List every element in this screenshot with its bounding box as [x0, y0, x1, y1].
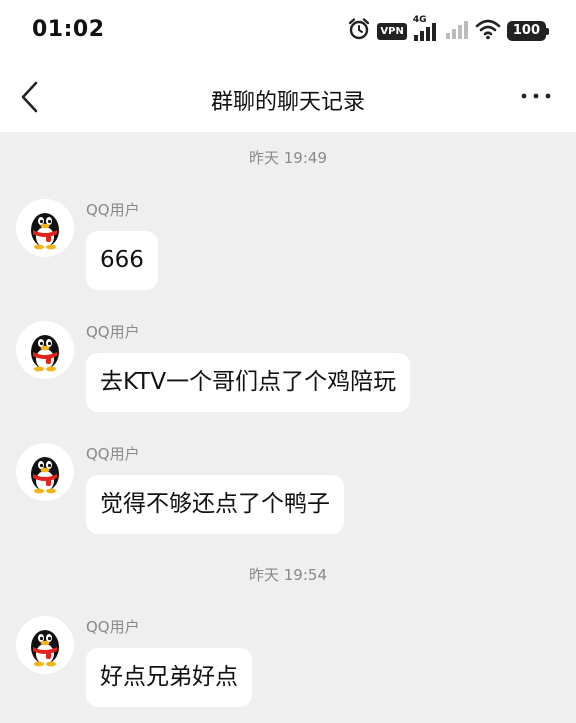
message-bubble[interactable]: 觉得不够还点了个鸭子 [86, 475, 344, 534]
penguin-avatar-icon [31, 457, 59, 494]
cellular-signal-weak-icon [445, 17, 469, 45]
more-horizontal-icon [521, 93, 551, 99]
avatar[interactable] [16, 199, 74, 257]
status-time: 01:02 [32, 17, 105, 42]
nav-bar: 群聊的聊天记录 [0, 62, 576, 132]
wifi-icon [475, 18, 501, 44]
penguin-avatar-icon [31, 335, 59, 372]
status-bar: 01:02 VPN 4G 100 [0, 0, 576, 62]
alarm-clock-icon [347, 17, 371, 45]
status-icons: VPN 4G 100 [347, 15, 550, 45]
sender-name: QQ用户 [86, 445, 140, 463]
sender-name: QQ用户 [86, 201, 140, 219]
vpn-icon: VPN [377, 22, 407, 40]
timestamp: 昨天 19:49 [249, 149, 327, 167]
battery-icon: 100 [506, 21, 550, 41]
message-bubble[interactable]: 好点兄弟好点 [86, 648, 252, 707]
timestamp: 昨天 19:54 [249, 566, 327, 584]
avatar[interactable] [16, 616, 74, 674]
penguin-avatar-icon [31, 213, 59, 250]
penguin-avatar-icon [31, 630, 59, 667]
page-title: 群聊的聊天记录 [210, 90, 365, 115]
avatar[interactable] [16, 443, 74, 501]
sender-name: QQ用户 [86, 323, 140, 341]
cellular-signal-icon: 4G [413, 15, 439, 43]
message-bubble[interactable]: 去KTV一个哥们点了个鸡陪玩 [86, 353, 411, 412]
sender-name: QQ用户 [86, 618, 140, 636]
more-button[interactable] [520, 86, 552, 106]
chat-history[interactable]: 昨天 19:49 QQ用户 666 QQ用户 去KTV一个哥们点了个鸡陪玩 QQ… [0, 132, 576, 723]
avatar[interactable] [16, 321, 74, 379]
message-bubble[interactable]: 666 [86, 231, 158, 290]
